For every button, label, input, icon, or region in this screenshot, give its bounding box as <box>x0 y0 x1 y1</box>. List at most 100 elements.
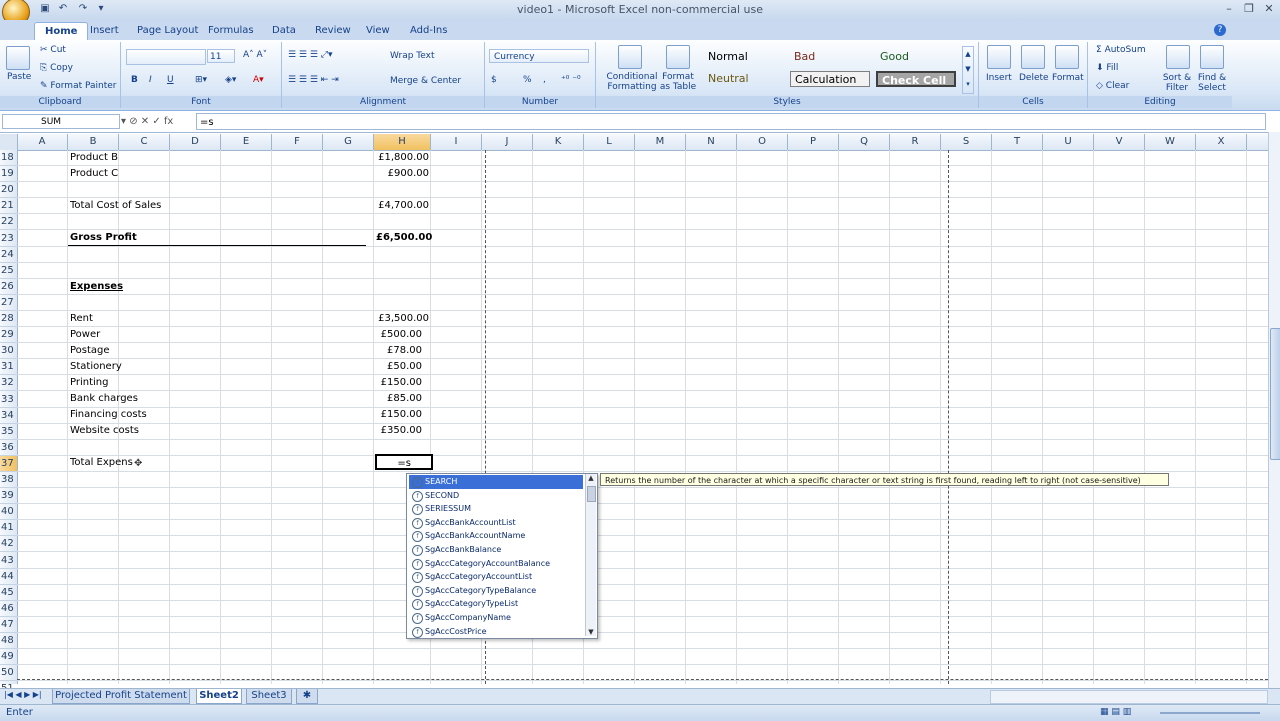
autocomplete-item[interactable]: f SgAccCostPrice <box>409 625 583 639</box>
row-header-21[interactable]: 21 <box>0 198 17 215</box>
autocomplete-item[interactable]: f SgAccCategoryAccountBalance <box>409 557 583 571</box>
tab-review[interactable]: Review <box>305 22 361 40</box>
cell-b32[interactable]: Printing <box>70 375 108 391</box>
bold-button[interactable]: B <box>131 75 138 85</box>
active-cell-h37[interactable]: =s <box>375 454 433 470</box>
column-header-x[interactable]: X <box>1196 134 1247 150</box>
cell-b28[interactable]: Rent <box>70 311 93 327</box>
row-header-34[interactable]: 34 <box>0 408 17 424</box>
select-all-button[interactable] <box>0 134 18 150</box>
cell-h35[interactable]: £350.00 <box>376 423 422 439</box>
help-icon[interactable]: ? <box>1214 24 1226 36</box>
tab-formulas[interactable]: Formulas <box>198 22 264 40</box>
column-header-g[interactable]: G <box>323 134 374 150</box>
underline-button[interactable]: U <box>167 75 174 85</box>
row-header-35[interactable]: 35 <box>0 424 17 440</box>
scroll-thumb[interactable] <box>587 486 596 502</box>
sheet-tab-sheet2[interactable]: Sheet2 <box>196 689 242 704</box>
vertical-scrollbar[interactable] <box>1268 132 1280 688</box>
row-header-47[interactable]: 47 <box>0 617 17 633</box>
tab-add-ins[interactable]: Add-Ins <box>400 22 457 40</box>
row-header-24[interactable]: 24 <box>0 247 17 263</box>
grow-font-icon[interactable]: A˄ A˅ <box>243 50 267 60</box>
view-buttons[interactable]: ▦ ▤ ▥ <box>1100 707 1131 717</box>
row-header-39[interactable]: 39 <box>0 488 17 505</box>
styles-scroll-icon[interactable]: ▲ ▼ ▾ <box>962 46 974 94</box>
row-header-36[interactable]: 36 <box>0 440 17 456</box>
cell-b31[interactable]: Stationery <box>70 359 122 375</box>
column-header-k[interactable]: K <box>533 134 584 150</box>
autocomplete-item[interactable]: f SERIESSUM <box>409 502 583 516</box>
find-select-icon[interactable] <box>1200 45 1224 69</box>
cell-h19[interactable]: £900.00 <box>376 166 429 182</box>
cell-b33[interactable]: Bank charges <box>70 391 138 407</box>
autocomplete-item[interactable]: f SECOND <box>409 489 583 503</box>
autocomplete-item[interactable]: f SgAccCategoryAccountList <box>409 570 583 584</box>
sort-filter-icon[interactable] <box>1166 45 1190 69</box>
merge-center-button[interactable]: Merge & Center <box>390 76 461 86</box>
format-table-icon[interactable] <box>666 45 690 69</box>
column-header-u[interactable]: U <box>1043 134 1094 150</box>
borders-icon[interactable]: ⊞▾ <box>195 75 207 85</box>
format-cells-button[interactable]: Format <box>1052 73 1084 83</box>
column-header-b[interactable]: B <box>68 134 119 150</box>
scroll-down-icon[interactable]: ▼ <box>586 628 596 636</box>
row-header-45[interactable]: 45 <box>0 585 17 601</box>
column-header-e[interactable]: E <box>221 134 272 150</box>
row-header-23[interactable]: 23 <box>0 231 17 247</box>
tab-insert[interactable]: Insert <box>80 22 129 40</box>
column-header-r[interactable]: R <box>890 134 941 150</box>
sheet-tab-sheet3[interactable]: Sheet3 <box>246 689 292 704</box>
cell-b18[interactable]: Product B <box>70 150 118 166</box>
row-header-25[interactable]: 25 <box>0 263 17 279</box>
align-horizontal-icons[interactable]: ☰ ☰ ☰ ⇤ ⇥ <box>288 75 339 85</box>
decimal-icons[interactable]: ⁺⁰ ⁻⁰ <box>561 75 581 85</box>
formula-buttons[interactable]: ▾ ⊘ ✕ ✓ fx <box>121 114 191 129</box>
percent-button[interactable]: % <box>523 75 532 85</box>
delete-cells-button[interactable]: Delete <box>1019 73 1049 83</box>
autocomplete-item[interactable]: f SgAccCategoryTypeBalance <box>409 584 583 598</box>
row-header-43[interactable]: 43 <box>0 553 17 569</box>
sort-filter-button[interactable]: Sort & Filter <box>1160 73 1194 93</box>
column-header-l[interactable]: L <box>584 134 635 150</box>
autocomplete-scrollbar[interactable]: ▲ ▼ <box>585 474 596 636</box>
restore-icon[interactable]: ❐ <box>1240 2 1258 16</box>
scroll-up-icon[interactable]: ▲ <box>586 474 596 482</box>
cell-b34[interactable]: Financing costs <box>70 407 147 423</box>
cell-h33[interactable]: £85.00 <box>376 391 422 407</box>
style-normal[interactable]: Normal <box>704 49 786 65</box>
insert-sheet-icon[interactable]: ✱ <box>296 689 318 704</box>
autocomplete-item[interactable]: f SgAccBankAccountName <box>409 529 583 543</box>
autocomplete-item[interactable]: f SgAccCategoryTypeList <box>409 597 583 611</box>
column-header-m[interactable]: M <box>635 134 686 150</box>
row-header-48[interactable]: 48 <box>0 633 17 649</box>
autosum-button[interactable]: Σ AutoSum <box>1096 45 1146 55</box>
zoom-slider[interactable] <box>1160 712 1260 714</box>
cell-b30[interactable]: Postage <box>70 343 110 359</box>
conditional-formatting-button[interactable]: Conditional Formatting <box>602 72 662 92</box>
row-header-33[interactable]: 33 <box>0 392 17 408</box>
autocomplete-item[interactable]: f SgAccBankBalance <box>409 543 583 557</box>
row-header-27[interactable]: 27 <box>0 295 17 311</box>
cell-h28[interactable]: £3,500.00 <box>376 311 429 327</box>
column-header-v[interactable]: V <box>1094 134 1145 150</box>
cell-h34[interactable]: £150.00 <box>376 407 422 423</box>
autocomplete-item[interactable]: f SgAccCompanyName <box>409 611 583 625</box>
column-header-w[interactable]: W <box>1145 134 1196 150</box>
column-header-n[interactable]: N <box>686 134 737 150</box>
italic-button[interactable]: I <box>149 75 152 85</box>
cell-b37[interactable]: Total Expens <box>70 455 133 471</box>
cell-b21[interactable]: Total Cost of Sales <box>70 198 161 214</box>
cell-h29[interactable]: £500.00 <box>376 327 422 343</box>
comma-button[interactable]: , <box>543 75 546 85</box>
name-box[interactable]: SUM <box>2 114 120 129</box>
autocomplete-item[interactable]: f SgAccBankAccountList <box>409 516 583 530</box>
formula-input[interactable]: =s <box>196 113 1266 130</box>
row-header-28[interactable]: 28 <box>0 311 17 327</box>
cell-h30[interactable]: £78.00 <box>376 343 422 359</box>
column-header-q[interactable]: Q <box>839 134 890 150</box>
style-check-cell[interactable]: Check Cell <box>876 71 956 87</box>
currency-button[interactable]: $ <box>491 75 497 85</box>
column-header-o[interactable]: O <box>737 134 788 150</box>
font-size-box[interactable]: 11 <box>207 49 235 63</box>
